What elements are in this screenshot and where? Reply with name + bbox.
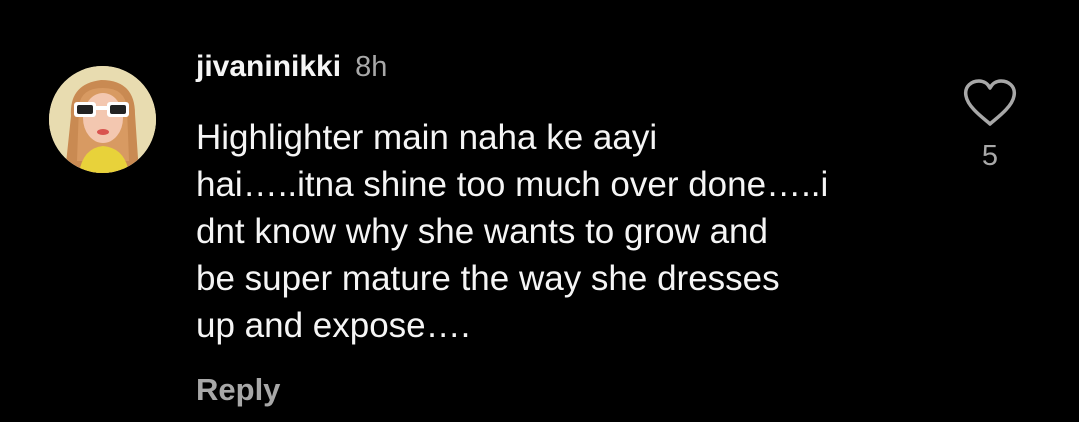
- comment-text: Highlighter main naha ke aayi hai…..itna…: [196, 114, 936, 349]
- heart-outline-icon: [963, 79, 1017, 126]
- reply-button[interactable]: Reply: [196, 372, 280, 408]
- comment-text-line: dnt know why she wants to grow and: [196, 212, 768, 251]
- timestamp: 8h: [355, 51, 388, 83]
- comment-text-line: hai…..itna shine too much over done…..i: [196, 165, 829, 204]
- comment-text-line: up and expose….: [196, 306, 471, 345]
- profile-photo: [49, 66, 156, 173]
- comment-header: jivaninikki 8h: [196, 50, 387, 90]
- like-button[interactable]: [962, 78, 1018, 128]
- like-count: 5: [981, 140, 999, 172]
- comment-item: jivaninikki 8h Highlighter main naha ke …: [0, 0, 1079, 422]
- comment-text-line: Highlighter main naha ke aayi: [196, 118, 658, 157]
- avatar[interactable]: [49, 66, 156, 173]
- comment-text-line: be super mature the way she dresses: [196, 259, 780, 298]
- username[interactable]: jivaninikki: [196, 50, 341, 84]
